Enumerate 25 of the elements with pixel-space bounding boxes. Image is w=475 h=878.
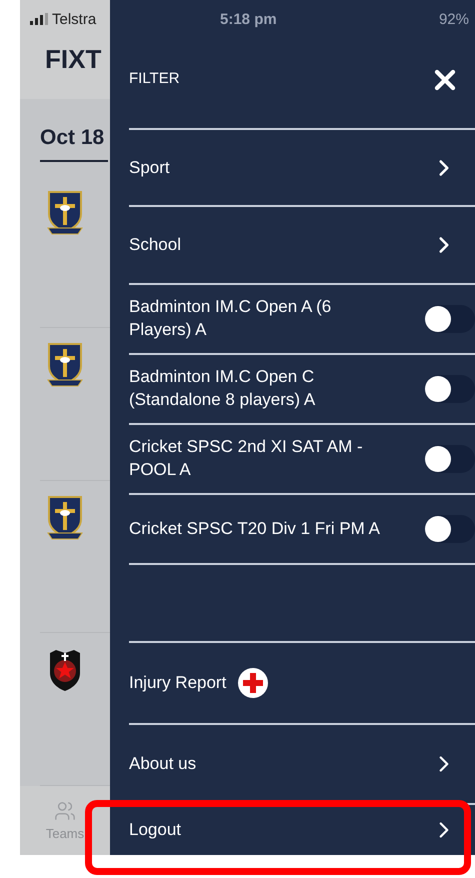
crest-icon bbox=[46, 342, 84, 388]
date-heading: Oct 18 bbox=[40, 112, 108, 162]
toggle-switch[interactable] bbox=[425, 375, 475, 403]
filter-menu-item[interactable]: Sport bbox=[129, 130, 475, 205]
page-title: FIXT bbox=[44, 44, 102, 75]
team-filter-label: Badminton IM.C Open C (Standalone 8 players) A bbox=[129, 366, 316, 411]
team-filter-label: Cricket SPSC 2nd XI SAT AM - POOL A bbox=[129, 436, 364, 481]
signal-icon bbox=[30, 13, 48, 25]
menu-item[interactable]: About us bbox=[129, 725, 475, 803]
status-time: 5:18 pm bbox=[220, 10, 277, 28]
toggle-switch[interactable] bbox=[425, 515, 475, 543]
battery-level: 92% bbox=[438, 10, 470, 28]
injury-report-link[interactable]: Injury Report bbox=[129, 672, 226, 694]
first-aid-icon bbox=[238, 668, 268, 698]
people-icon bbox=[54, 800, 76, 822]
toggle-switch[interactable] bbox=[425, 445, 475, 473]
team-filter-label: Badminton IM.C Open A (6 Players) A bbox=[129, 296, 332, 341]
crest-icon bbox=[46, 190, 84, 236]
toggle-switch[interactable] bbox=[425, 305, 475, 333]
drawer-title: FILTER bbox=[129, 70, 180, 87]
crest-icon bbox=[46, 494, 84, 541]
menu-item[interactable]: Logout bbox=[129, 805, 475, 855]
team-filter-label: Cricket SPSC T20 Div 1 Fri PM A bbox=[129, 518, 380, 540]
filter-menu-item[interactable]: School bbox=[129, 207, 475, 283]
carrier-name: Telstra bbox=[52, 10, 96, 28]
